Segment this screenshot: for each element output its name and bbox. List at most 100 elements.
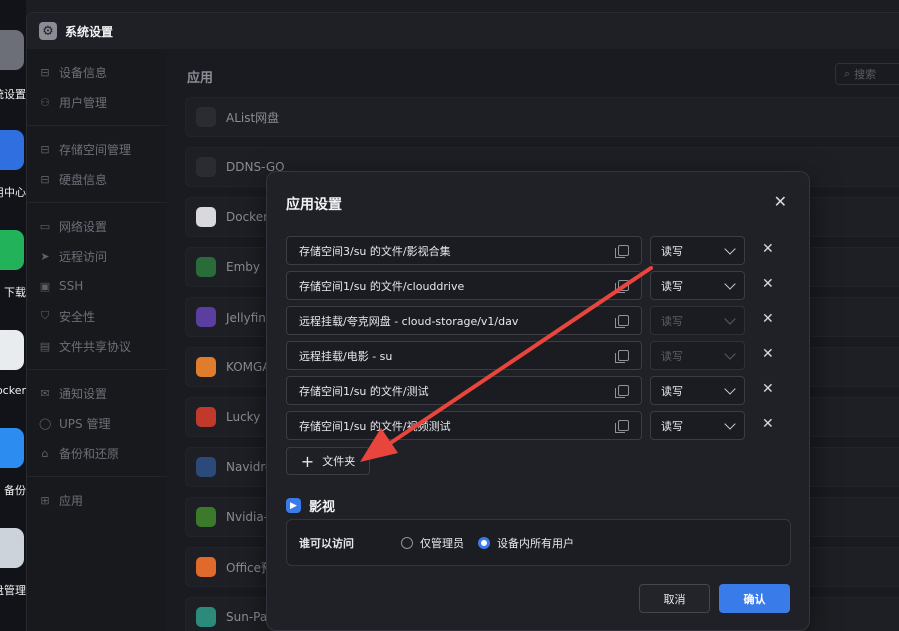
folder-row: 远程挂载/电影 - su 读写 ✕ [286,341,786,370]
permission-value: 读写 [661,244,683,258]
radio-label: 仅管理员 [420,536,464,550]
desktop-label-download: 下载 [4,286,26,299]
sidebar-item[interactable]: ⊟ 存储空间管理 [27,134,167,164]
close-icon[interactable]: ✕ [774,192,787,211]
sidebar-item[interactable]: ⊟ 设备信息 [27,57,167,87]
radio-dot[interactable] [401,536,413,549]
sidebar-item[interactable]: ▤ 文件共享协议 [27,331,167,361]
window-titlebar: ⚙ 系统设置 [27,13,899,49]
settings-sidebar: ⊟ 设备信息 ⚇ 用户管理 ⊟ 存储空间管理 ⊟ 硬盘信息 ▭ 网络设置 ➤ 远程访问 ▣ SSH ⛉ 安全性… [27,49,167,631]
sidebar-item[interactable]: ✉ 通知设置 [27,378,167,408]
radio-dot[interactable] [478,536,490,549]
film-icon: ▶ [286,498,301,513]
permission-value: 读写 [661,419,683,433]
app-icon [196,257,216,277]
sidebar-item-icon: ⚇ [40,95,50,109]
permission-select[interactable]: 读写 [650,376,745,405]
app-center-icon[interactable] [0,130,24,170]
sidebar-item-icon: ▭ [39,219,51,233]
copy-icon[interactable] [615,350,629,363]
sidebar-item-label: 应用 [59,493,84,508]
sidebar-item[interactable]: ◯ UPS 管理 [27,408,167,438]
app-icon [196,357,216,377]
sidebar-group: ▭ 网络设置 ➤ 远程访问 ▣ SSH ⛉ 安全性 ▤ 文件共享协议 [27,203,167,370]
radio-label: 设备内所有用户 [497,536,574,550]
sidebar-item-label: UPS 管理 [59,416,111,431]
dialog-title: 应用设置 [286,197,342,213]
folder-path-field[interactable]: 远程挂载/电影 - su [286,341,642,370]
permission-value: 读写 [661,279,683,293]
settings-app-icon[interactable] [0,30,24,70]
sidebar-item[interactable]: ⊞ 应用 [27,485,167,515]
folder-path-field[interactable]: 存储空间1/su 的文件/clouddrive [286,271,642,300]
sidebar-group: ⊟ 设备信息 ⚇ 用户管理 [27,49,167,126]
app-icon [196,407,216,427]
app-icon [196,457,216,477]
search-input[interactable]: ⌕ 搜索 [835,63,899,85]
radio-admin-only[interactable]: 仅管理员 [401,535,464,551]
folder-path-field[interactable]: 远程挂载/夸克网盘 - cloud-storage/v1/dav [286,306,642,335]
sidebar-item[interactable]: ▭ 网络设置 [27,211,167,241]
app-row[interactable]: AList网盘 [185,97,899,137]
folder-path-text: 存储空间1/su 的文件/clouddrive [299,279,465,293]
remove-folder-icon[interactable]: ✕ [762,241,774,257]
copy-icon[interactable] [615,280,629,293]
sidebar-item-label: 存储空间管理 [59,142,132,157]
gear-icon: ⚙ [39,22,57,40]
sidebar-item-icon: ⛉ [40,309,50,322]
confirm-button[interactable]: 确认 [719,584,790,613]
folder-path-field[interactable]: 存储空间1/su 的文件/视频测试 [286,411,642,440]
sidebar-item-icon: ⌂ [41,446,49,460]
folder-path-field[interactable]: 存储空间1/su 的文件/测试 [286,376,642,405]
desktop-label-backup: 备份 [4,484,26,497]
app-icon [196,307,216,327]
sidebar-item[interactable]: ⚇ 用户管理 [27,87,167,117]
app-name: Emby [226,260,260,274]
sidebar-item[interactable]: ⌂ 备份和还原 [27,438,167,468]
sidebar-group: ⊟ 存储空间管理 ⊟ 硬盘信息 [27,126,167,203]
sidebar-item[interactable]: ➤ 远程访问 [27,241,167,271]
sidebar-group: ⊞ 应用 [27,477,167,523]
folder-row: 存储空间3/su 的文件/影视合集 读写 ✕ [286,236,786,265]
copy-icon[interactable] [615,315,629,328]
sidebar-item[interactable]: ▣ SSH [27,271,167,301]
desktop-label-disk: 盘管理 [0,584,26,597]
copy-icon[interactable] [615,245,629,258]
copy-icon[interactable] [615,385,629,398]
sidebar-item[interactable]: ⊟ 硬盘信息 [27,164,167,194]
sidebar-item-label: 硬盘信息 [59,172,108,187]
app-settings-dialog: 应用设置 ✕ 存储空间3/su 的文件/影视合集 读写 ✕ 存储空间1/su 的文件/… [266,171,810,631]
sidebar-item-icon: ⊟ [40,172,50,186]
remove-folder-icon[interactable]: ✕ [762,416,774,432]
sidebar-item[interactable]: ⛉ 安全性 [27,301,167,331]
permission-select[interactable]: 读写 [650,411,745,440]
chevron-down-icon [724,243,736,255]
remove-folder-icon[interactable]: ✕ [762,276,774,292]
sidebar-group: ✉ 通知设置 ◯ UPS 管理 ⌂ 备份和还原 [27,370,167,477]
folder-row: 存储空间1/su 的文件/测试 读写 ✕ [286,376,786,405]
chevron-down-icon [724,348,736,360]
search-icon: ⌕ [844,67,851,80]
download-app-icon[interactable] [0,230,24,270]
backup-app-icon[interactable] [0,428,24,468]
permission-select[interactable]: 读写 [650,271,745,300]
docker-app-icon[interactable] [0,330,24,370]
permission-select[interactable]: 读写 [650,236,745,265]
app-name: AList网盘 [226,110,280,125]
disk-manager-app-icon[interactable] [0,528,24,568]
remove-folder-icon[interactable]: ✕ [762,381,774,397]
add-folder-button[interactable]: + 文件夹 [286,447,370,475]
remove-folder-icon[interactable]: ✕ [762,311,774,327]
desktop-label-settings: 统设置 [0,88,26,101]
section-title: 影视 [309,500,336,515]
cancel-button[interactable]: 取消 [639,584,710,613]
app-icon [196,557,216,577]
remove-folder-icon[interactable]: ✕ [762,346,774,362]
window-title: 系统设置 [65,24,114,39]
folder-path-text: 远程挂载/夸克网盘 - cloud-storage/v1/dav [299,314,519,328]
permission-select: 读写 [650,306,745,335]
radio-all-users[interactable]: 设备内所有用户 [478,535,574,551]
folder-path-field[interactable]: 存储空间3/su 的文件/影视合集 [286,236,642,265]
copy-icon[interactable] [615,420,629,433]
app-name: KOMGA [226,360,271,374]
